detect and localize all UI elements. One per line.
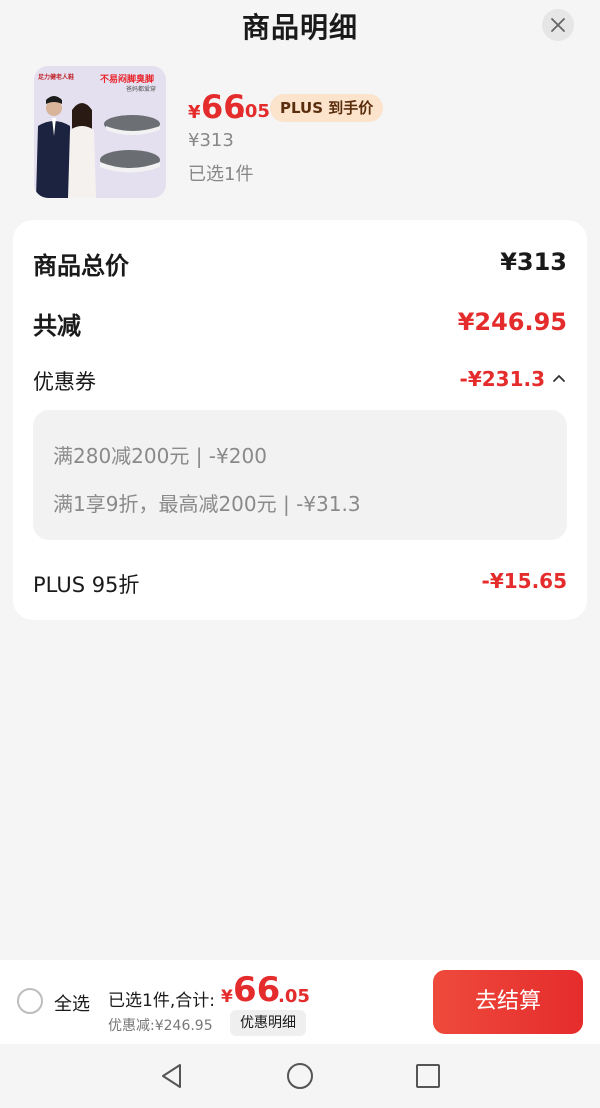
page-title: 商品明细 xyxy=(241,11,358,44)
thumb-brand-text: 足力健老人鞋 xyxy=(38,74,75,81)
total-reduce-value: ¥246.95 xyxy=(457,308,567,336)
product-image[interactable]: 足力健老人鞋 不易闷脚臭脚 爸妈都爱穿 xyxy=(34,66,166,198)
price-breakdown-card: 商品总价 ¥313 共减 ¥246.95 优惠券 -¥231.3 满280减20… xyxy=(13,220,587,620)
checkout-button[interactable]: 去结算 xyxy=(433,970,583,1034)
chevron-up-icon[interactable] xyxy=(551,370,567,386)
coupon-label[interactable]: 优惠券 xyxy=(33,366,96,396)
total-reduce-label: 共减 xyxy=(33,312,81,340)
discount-summary: 优惠减:¥246.95 xyxy=(108,1018,213,1034)
select-all-label[interactable]: 全选 xyxy=(54,990,90,1016)
price-decimal: .05 xyxy=(238,101,270,122)
total-price-label: 商品总价 xyxy=(33,252,129,280)
product-summary: 足力健老人鞋 不易闷脚臭脚 爸妈都爱穿 ¥ 66 .05 PLUS 到手价 ¥3… xyxy=(0,60,600,210)
sum-decimal: .05 xyxy=(278,986,310,1007)
coupon-item: 满280减200元 | -¥200 xyxy=(53,444,267,468)
sum-text: 已选1件,合计: xyxy=(108,991,215,1011)
coupon-item: 满1享9折，最高减200元 | -¥31.3 xyxy=(53,492,361,516)
price-currency: ¥ xyxy=(188,102,201,123)
thumb-sub-text: 爸妈都爱穿 xyxy=(126,86,157,93)
sum-integer: 66 xyxy=(233,970,281,1010)
selected-count: 已选1件 xyxy=(188,164,254,185)
coupon-value[interactable]: -¥231.3 xyxy=(460,367,545,391)
home-icon[interactable] xyxy=(286,1062,314,1090)
close-icon xyxy=(551,18,565,32)
back-icon[interactable] xyxy=(158,1062,186,1090)
checkout-bar: 全选 已选1件,合计: ¥ 66 .05 优惠减:¥246.95 优惠明细 去结… xyxy=(0,960,600,1044)
close-button[interactable] xyxy=(542,9,574,41)
select-all-checkbox[interactable] xyxy=(17,988,43,1014)
total-price-value: ¥313 xyxy=(500,248,567,276)
header: 商品明细 xyxy=(0,0,600,52)
sum-currency: ¥ xyxy=(221,987,233,1007)
plus-discount-label: PLUS 95折 xyxy=(33,573,140,597)
coupon-details: 满280减200元 | -¥200 满1享9折，最高减200元 | -¥31.3 xyxy=(33,410,567,540)
system-nav-bar xyxy=(0,1044,600,1108)
plus-price-badge: PLUS 到手价 xyxy=(270,94,384,122)
plus-discount-value: -¥15.65 xyxy=(481,569,567,593)
original-price: ¥313 xyxy=(188,130,234,151)
discount-detail-button[interactable]: 优惠明细 xyxy=(230,1010,306,1036)
recent-apps-icon[interactable] xyxy=(414,1062,442,1090)
